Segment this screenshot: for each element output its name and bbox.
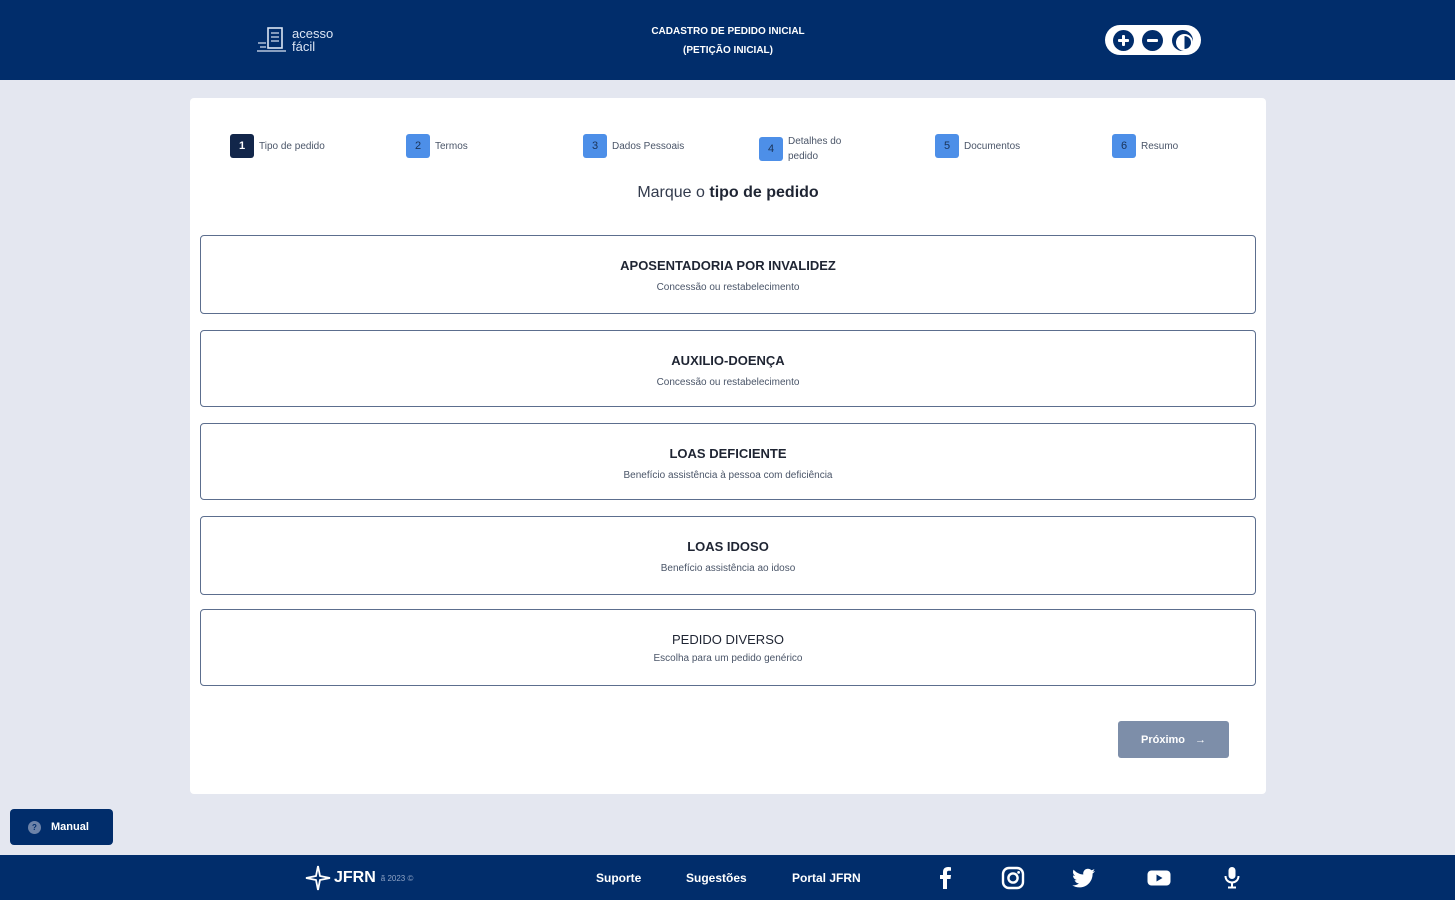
option-title: APOSENTADORIA POR INVALIDEZ — [620, 258, 836, 273]
twitter-icon[interactable] — [1071, 865, 1097, 891]
page-title-line-2: (PETIÇÃO INICIAL) — [683, 45, 773, 56]
manual-button[interactable]: ? Manual — [10, 809, 113, 845]
jfrn-logo[interactable]: JFRN ã 2023 © — [305, 865, 413, 891]
step-label: Resumo — [1141, 140, 1179, 152]
main-card: 1 Tipo de pedido 2 Termos 3 Dados Pessoa… — [190, 98, 1266, 794]
instruction-bold: tipo de pedido — [709, 184, 819, 201]
podcast-microphone-icon[interactable] — [1219, 865, 1245, 891]
step-number: 1 — [230, 134, 254, 158]
top-header: acesso fácil CADASTRO DE PEDIDO INICIAL … — [0, 0, 1455, 80]
footer: JFRN ã 2023 © Suporte Sugestões Portal J… — [0, 855, 1455, 900]
page-title-line-1: CADASTRO DE PEDIDO INICIAL — [651, 26, 805, 37]
jfrn-star-icon — [305, 865, 331, 891]
option-subtitle: Benefício assistência ao idoso — [660, 563, 796, 574]
step-label: Detalhes do pedido — [788, 136, 842, 162]
page-title: CADASTRO DE PEDIDO INICIAL (PETIÇÃO INIC… — [600, 22, 856, 60]
accessibility-controls — [1105, 25, 1201, 55]
contrast-icon[interactable] — [1171, 29, 1193, 51]
facebook-icon[interactable] — [932, 865, 958, 891]
option-loas-idoso[interactable]: LOAS IDOSO Benefício assistência ao idos… — [200, 516, 1256, 595]
step-label: Tipo de pedido — [259, 140, 325, 152]
step-number: 4 — [759, 137, 783, 161]
option-subtitle: Concessão ou restabelecimento — [656, 282, 800, 293]
next-button[interactable]: Próximo → — [1118, 721, 1229, 758]
step-number: 3 — [583, 134, 607, 158]
step-label: Termos — [435, 140, 468, 152]
option-title: AUXILIO-DOENÇA — [671, 353, 785, 368]
option-subtitle: Benefício assistência à pessoa com defic… — [623, 470, 833, 481]
option-title: LOAS DEFICIENTE — [669, 446, 787, 461]
step-label: Documentos — [964, 140, 1021, 152]
step-label: Dados Pessoais — [612, 140, 685, 152]
instagram-icon[interactable] — [1000, 865, 1026, 891]
arrow-right-icon: → — [1195, 733, 1206, 746]
decrease-font-icon[interactable] — [1142, 29, 1164, 51]
option-title: LOAS IDOSO — [687, 539, 769, 554]
option-subtitle: Concessão ou restabelecimento — [656, 377, 800, 388]
option-subtitle: Escolha para um pedido genérico — [653, 653, 803, 664]
footer-link-portal-jfrn[interactable]: Portal JFRN — [792, 871, 861, 885]
acesso-facil-logo[interactable]: acesso fácil — [256, 24, 346, 56]
instruction-text: Marque o tipo de pedido — [190, 184, 1266, 202]
increase-font-icon[interactable] — [1113, 29, 1135, 51]
step-number: 5 — [935, 134, 959, 158]
step-number: 2 — [406, 134, 430, 158]
step-documentos[interactable]: 5 Documentos — [935, 134, 1020, 158]
help-icon: ? — [28, 820, 41, 834]
copyright-year: ã 2023 © — [380, 873, 414, 883]
footer-link-suporte[interactable]: Suporte — [596, 871, 641, 885]
step-dados-pessoais[interactable]: 3 Dados Pessoais — [583, 134, 684, 158]
step-resumo[interactable]: 6 Resumo — [1112, 134, 1178, 158]
step-detalhes-do-pedido[interactable]: 4 Detalhes do pedido — [759, 134, 858, 164]
jfrn-brand: JFRN — [334, 869, 376, 886]
option-loas-deficiente[interactable]: LOAS DEFICIENTE Benefício assistência à … — [200, 423, 1256, 500]
option-auxilio-doenca[interactable]: AUXILIO-DOENÇA Concessão ou restabelecim… — [200, 330, 1256, 407]
step-tipo-de-pedido[interactable]: 1 Tipo de pedido — [230, 134, 325, 158]
youtube-icon[interactable] — [1146, 865, 1172, 891]
document-logo-icon — [257, 27, 286, 52]
instruction-prefix: Marque o — [637, 184, 710, 201]
stepper: 1 Tipo de pedido 2 Termos 3 Dados Pessoa… — [230, 128, 1230, 164]
step-termos[interactable]: 2 Termos — [406, 134, 468, 158]
next-button-label: Próximo — [1140, 733, 1185, 746]
option-pedido-diverso[interactable]: PEDIDO DIVERSO Escolha para um pedido ge… — [200, 609, 1256, 686]
step-number: 6 — [1112, 134, 1136, 158]
manual-button-label: Manual — [51, 821, 89, 833]
footer-link-sugestoes[interactable]: Sugestões — [686, 871, 747, 885]
option-title: PEDIDO DIVERSO — [672, 632, 784, 647]
option-aposentadoria-por-invalidez[interactable]: APOSENTADORIA POR INVALIDEZ Concessão ou… — [200, 235, 1256, 314]
logo-line-2: fácil — [292, 39, 316, 54]
